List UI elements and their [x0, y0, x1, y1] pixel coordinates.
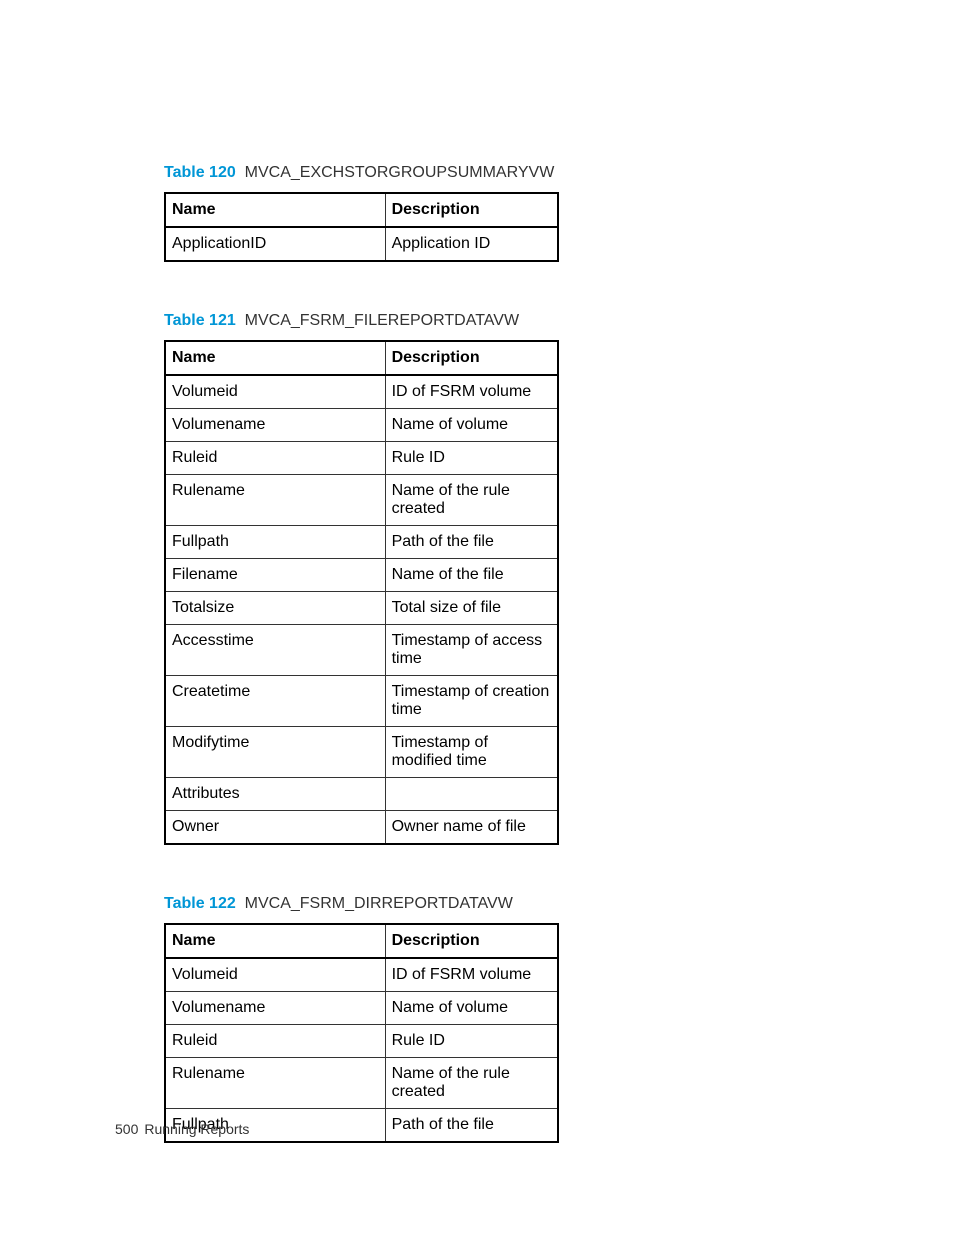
cell-description: Name of the rule created — [385, 475, 558, 526]
column-header-name: Name — [165, 341, 385, 375]
table-row: RulenameName of the rule created — [165, 475, 558, 526]
table-row: VolumenameName of volume — [165, 409, 558, 442]
cell-name: Accesstime — [165, 625, 385, 676]
table-row: CreatetimeTimestamp of creation time — [165, 676, 558, 727]
table-block-121: Table 121 MVCA_FSRM_FILEREPORTDATAVW Nam… — [164, 312, 560, 845]
data-table: Name Description VolumeidID of FSRM volu… — [164, 340, 559, 845]
table-number: Table 120 — [164, 164, 236, 181]
cell-name: Volumename — [165, 409, 385, 442]
table-row: RulenameName of the rule created — [165, 1058, 558, 1109]
section-title: Running Reports — [144, 1121, 249, 1137]
table-header-row: Name Description — [165, 341, 558, 375]
cell-description: ID of FSRM volume — [385, 375, 558, 409]
table-row: ModifytimeTimestamp of modified time — [165, 727, 558, 778]
cell-description: Name of the file — [385, 559, 558, 592]
cell-name: Fullpath — [165, 526, 385, 559]
cell-name: Owner — [165, 811, 385, 845]
cell-name: Attributes — [165, 778, 385, 811]
page-number: 500 — [115, 1121, 138, 1137]
table-row: RuleidRule ID — [165, 1025, 558, 1058]
cell-name: ApplicationID — [165, 227, 385, 261]
cell-description — [385, 778, 558, 811]
table-row: AccesstimeTimestamp of access time — [165, 625, 558, 676]
table-block-120: Table 120 MVCA_EXCHSTORGROUPSUMMARYVW Na… — [164, 164, 560, 262]
cell-name: Ruleid — [165, 1025, 385, 1058]
cell-description: Rule ID — [385, 442, 558, 475]
table-caption: Table 121 MVCA_FSRM_FILEREPORTDATAVW — [164, 312, 560, 330]
cell-description: Total size of file — [385, 592, 558, 625]
cell-description: Application ID — [385, 227, 558, 261]
table-row: VolumeidID of FSRM volume — [165, 958, 558, 992]
cell-description: Path of the file — [385, 526, 558, 559]
table-row: FilenameName of the file — [165, 559, 558, 592]
table-header-row: Name Description — [165, 924, 558, 958]
column-header-description: Description — [385, 341, 558, 375]
cell-name: Volumeid — [165, 958, 385, 992]
cell-description: ID of FSRM volume — [385, 958, 558, 992]
cell-description: Timestamp of modified time — [385, 727, 558, 778]
cell-name: Rulename — [165, 1058, 385, 1109]
cell-name: Createtime — [165, 676, 385, 727]
table-row: ApplicationID Application ID — [165, 227, 558, 261]
table-row: OwnerOwner name of file — [165, 811, 558, 845]
table-header-row: Name Description — [165, 193, 558, 227]
table-row: VolumenameName of volume — [165, 992, 558, 1025]
table-row: FullpathPath of the file — [165, 526, 558, 559]
table-caption: Table 122 MVCA_FSRM_DIRREPORTDATAVW — [164, 895, 560, 913]
table-row: TotalsizeTotal size of file — [165, 592, 558, 625]
table-title: MVCA_FSRM_DIRREPORTDATAVW — [245, 895, 513, 912]
data-table: Name Description VolumeidID of FSRM volu… — [164, 923, 559, 1143]
table-number: Table 122 — [164, 895, 236, 912]
table-block-122: Table 122 MVCA_FSRM_DIRREPORTDATAVW Name… — [164, 895, 560, 1143]
cell-name: Volumename — [165, 992, 385, 1025]
table-title: MVCA_FSRM_FILEREPORTDATAVW — [245, 312, 519, 329]
column-header-description: Description — [385, 924, 558, 958]
cell-description: Timestamp of access time — [385, 625, 558, 676]
cell-description: Timestamp of creation time — [385, 676, 558, 727]
page-footer: 500 Running Reports — [115, 1121, 249, 1137]
cell-description: Rule ID — [385, 1025, 558, 1058]
table-row: Attributes — [165, 778, 558, 811]
cell-name: Volumeid — [165, 375, 385, 409]
cell-name: Rulename — [165, 475, 385, 526]
table-title: MVCA_EXCHSTORGROUPSUMMARYVW — [245, 164, 555, 181]
cell-description: Name of the rule created — [385, 1058, 558, 1109]
table-row: VolumeidID of FSRM volume — [165, 375, 558, 409]
cell-name: Totalsize — [165, 592, 385, 625]
cell-name: Filename — [165, 559, 385, 592]
table-row: RuleidRule ID — [165, 442, 558, 475]
table-number: Table 121 — [164, 312, 236, 329]
column-header-description: Description — [385, 193, 558, 227]
cell-description: Name of volume — [385, 992, 558, 1025]
column-header-name: Name — [165, 193, 385, 227]
cell-description: Name of volume — [385, 409, 558, 442]
data-table: Name Description ApplicationID Applicati… — [164, 192, 559, 262]
column-header-name: Name — [165, 924, 385, 958]
table-caption: Table 120 MVCA_EXCHSTORGROUPSUMMARYVW — [164, 164, 560, 182]
cell-description: Owner name of file — [385, 811, 558, 845]
cell-description: Path of the file — [385, 1109, 558, 1143]
cell-name: Ruleid — [165, 442, 385, 475]
cell-name: Modifytime — [165, 727, 385, 778]
page-content: Table 120 MVCA_EXCHSTORGROUPSUMMARYVW Na… — [0, 0, 560, 1143]
